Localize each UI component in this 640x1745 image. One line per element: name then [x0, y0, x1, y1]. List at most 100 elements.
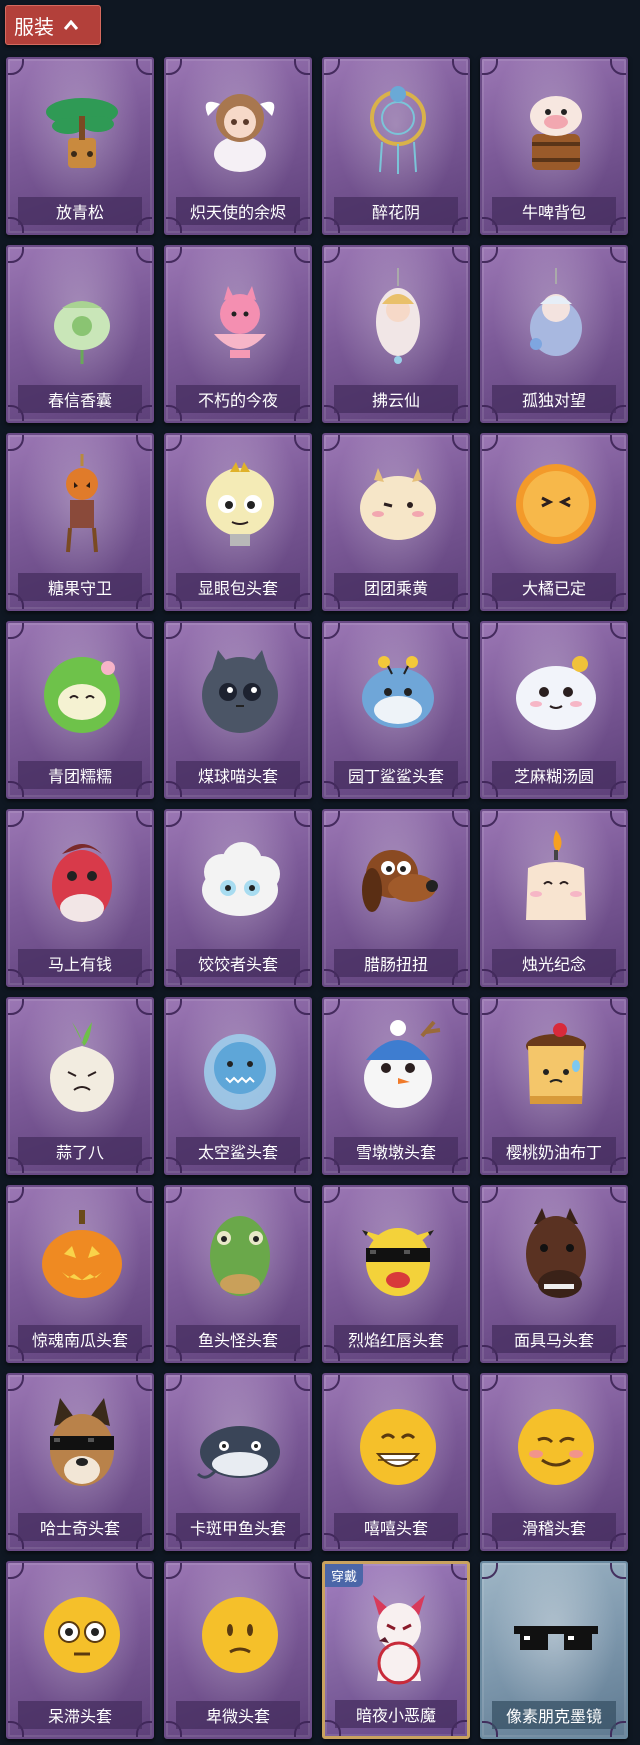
immortal-charm-icon [348, 261, 448, 371]
costume-card[interactable]: 春信香囊 [6, 245, 154, 423]
card-frame-corner [482, 59, 498, 75]
garlic-head-icon [32, 1013, 132, 1123]
costume-name: 孤独对望 [492, 385, 616, 413]
gray-cat-head-icon [190, 637, 290, 747]
card-frame-corner [452, 811, 468, 827]
costume-card[interactable]: 蒜了八 [6, 997, 154, 1175]
costume-card[interactable]: 腊肠扭扭 [322, 809, 470, 987]
angel-girl-icon [190, 73, 290, 183]
card-frame-corner [166, 999, 182, 1015]
cream-beast-head-icon [348, 449, 448, 559]
card-frame-corner [610, 59, 626, 75]
white-dumpling-icon [506, 637, 606, 747]
costume-name: 炽天使的余烬 [176, 197, 300, 225]
costume-card[interactable]: 哈士奇头套 [6, 1373, 154, 1551]
costume-name: 显眼包头套 [176, 573, 300, 601]
chevron-up-icon [64, 20, 78, 30]
section-title: 服装 [14, 14, 54, 39]
costume-card[interactable]: 面具马头套 [480, 1185, 628, 1363]
costume-name: 饺饺者头套 [176, 949, 300, 977]
costume-card[interactable]: 孤独对望 [480, 245, 628, 423]
costume-card[interactable]: 呆滞头套 [6, 1561, 154, 1739]
card-frame-corner [8, 247, 24, 263]
costume-name: 嘻嘻头套 [334, 1513, 458, 1541]
costume-card[interactable]: 樱桃奶油布丁 [480, 997, 628, 1175]
pumpkin-scarecrow-icon [32, 449, 132, 559]
costume-card[interactable]: 滑稽头套 [480, 1373, 628, 1551]
costume-card[interactable]: 显眼包头套 [164, 433, 312, 611]
equipped-badge: 穿戴 [325, 1564, 364, 1587]
costume-card[interactable]: 不朽的今夜 [164, 245, 312, 423]
card-frame-corner [452, 435, 468, 451]
candle-head-icon [506, 825, 606, 935]
costume-card[interactable]: 嘻嘻头套 [322, 1373, 470, 1551]
costume-card[interactable]: 烛光纪念 [480, 809, 628, 987]
bee-shark-head-icon [348, 637, 448, 747]
costume-name: 面具马头套 [492, 1325, 616, 1353]
card-frame-corner [324, 435, 340, 451]
costume-name: 鱼头怪头套 [176, 1325, 300, 1353]
stare-emoji-head-icon [32, 1577, 132, 1687]
card-frame-corner [610, 623, 626, 639]
costume-card[interactable]: 惊魂南瓜头套 [6, 1185, 154, 1363]
green-rice-ball-icon [32, 637, 132, 747]
card-frame-corner [482, 1375, 498, 1391]
card-frame-corner [324, 999, 340, 1015]
costume-name: 青团糯糯 [18, 761, 142, 789]
card-frame-corner [136, 811, 152, 827]
costume-card[interactable]: 像素朋克墨镜 [480, 1561, 628, 1739]
costume-card[interactable]: 放青松 [6, 57, 154, 235]
dreamcatcher-icon [348, 73, 448, 183]
orange-slice-head-icon [506, 449, 606, 559]
card-frame-corner [610, 247, 626, 263]
costume-name: 马上有钱 [18, 949, 142, 977]
card-frame-corner [8, 59, 24, 75]
costume-card[interactable]: 煤球喵头套 [164, 621, 312, 799]
costume-card[interactable]: 鱼头怪头套 [164, 1185, 312, 1363]
costume-card[interactable]: 穿戴 暗夜小恶魔 [322, 1561, 470, 1739]
card-frame-corner [8, 1187, 24, 1203]
card-frame-corner [8, 1563, 24, 1579]
costume-section-toggle[interactable]: 服装 [5, 5, 101, 45]
card-frame-corner [8, 1375, 24, 1391]
cow-beer-barrel-icon [506, 73, 606, 183]
costume-card[interactable]: 牛啤背包 [480, 57, 628, 235]
jack-o-lantern-icon [32, 1201, 132, 1311]
costume-card[interactable]: 青团糯糯 [6, 621, 154, 799]
costume-name: 芝麻糊汤圆 [492, 761, 616, 789]
card-frame-corner [610, 999, 626, 1015]
costume-card[interactable]: 拂云仙 [322, 245, 470, 423]
card-frame-corner [294, 999, 310, 1015]
husky-sunglasses-head-icon [32, 1389, 132, 1499]
card-frame-corner [136, 247, 152, 263]
card-frame-corner [452, 1375, 468, 1391]
costume-card[interactable]: 大橘已定 [480, 433, 628, 611]
costume-card[interactable]: 卑微头套 [164, 1561, 312, 1739]
costume-card[interactable]: 雪墩墩头套 [322, 997, 470, 1175]
costume-card[interactable]: 炽天使的余烬 [164, 57, 312, 235]
costume-card[interactable]: 饺饺者头套 [164, 809, 312, 987]
card-frame-corner [136, 623, 152, 639]
costume-card[interactable]: 芝麻糊汤圆 [480, 621, 628, 799]
red-horse-head-icon [32, 825, 132, 935]
costume-name: 牛啤背包 [492, 197, 616, 225]
card-frame-corner [324, 811, 340, 827]
costume-name: 放青松 [18, 197, 142, 225]
costume-card[interactable]: 团团乘黄 [322, 433, 470, 611]
card-frame-corner [166, 435, 182, 451]
costume-card[interactable]: 醉花阴 [322, 57, 470, 235]
costume-name: 烛光纪念 [492, 949, 616, 977]
card-frame-corner [452, 59, 468, 75]
costume-card[interactable]: 马上有钱 [6, 809, 154, 987]
card-frame-corner [166, 1187, 182, 1203]
costume-card[interactable]: 烈焰红唇头套 [322, 1185, 470, 1363]
cloud-dumpling-head-icon [190, 825, 290, 935]
pixel-sunglasses-icon [506, 1577, 606, 1687]
card-frame-corner [324, 247, 340, 263]
costume-card[interactable]: 园丁鲨鲨头套 [322, 621, 470, 799]
costume-card[interactable]: 卡斑甲鱼头套 [164, 1373, 312, 1551]
smirk-emoji-head-icon [506, 1389, 606, 1499]
costume-card[interactable]: 太空鲨头套 [164, 997, 312, 1175]
costume-card[interactable]: 糖果守卫 [6, 433, 154, 611]
card-frame-corner [294, 247, 310, 263]
